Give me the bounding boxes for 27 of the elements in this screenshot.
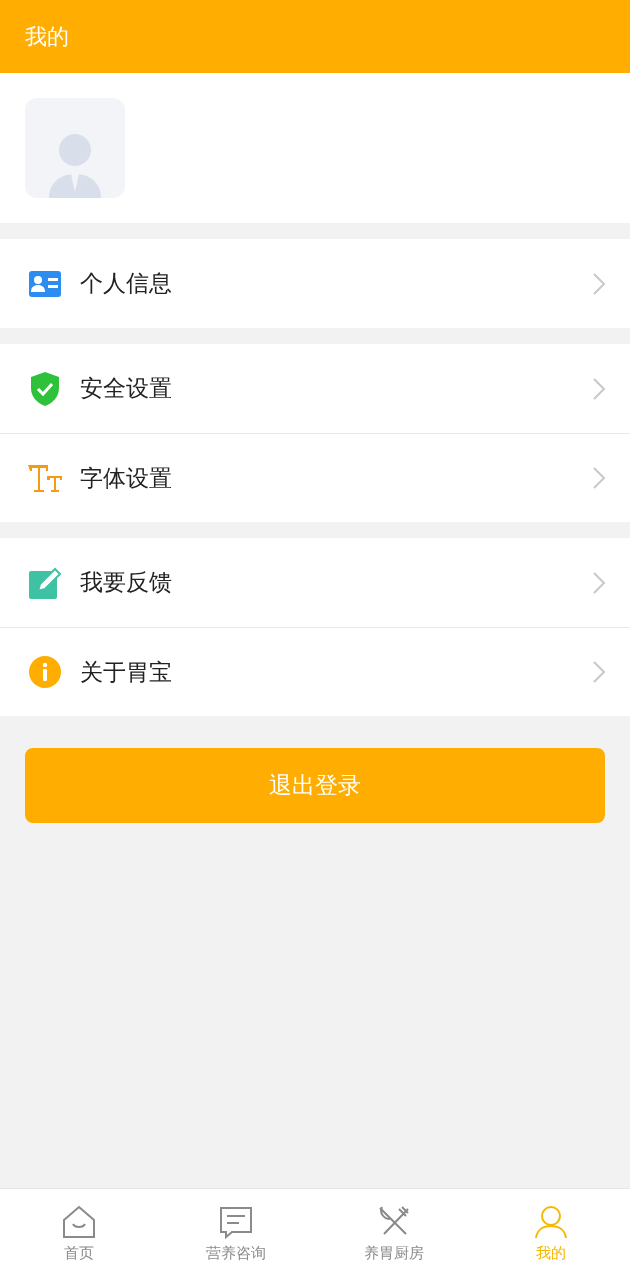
- menu-item[interactable]: 字体设置: [0, 433, 630, 522]
- page-title: 我的: [25, 23, 69, 51]
- menu-item[interactable]: 我要反馈: [0, 538, 630, 627]
- menu-label: 我要反馈: [80, 568, 173, 598]
- menu-label: 个人信息: [80, 269, 173, 299]
- menu-label: 安全设置: [80, 374, 173, 404]
- menu-label: 关于胃宝: [80, 657, 173, 687]
- font-icon: [26, 462, 64, 494]
- id-card-icon: [28, 269, 62, 298]
- info-icon: [28, 655, 62, 689]
- menu-item[interactable]: 安全设置: [0, 344, 630, 433]
- chevron-right-icon: [592, 466, 606, 490]
- menu-label: 字体设置: [80, 463, 173, 493]
- nav-tab[interactable]: 营养咨询: [157, 1189, 315, 1280]
- avatar[interactable]: [25, 98, 125, 198]
- chat-icon: [218, 1204, 255, 1241]
- chevron-right-icon: [592, 376, 606, 401]
- menu-item[interactable]: 个人信息: [0, 239, 630, 328]
- shield-check-icon: [29, 370, 61, 407]
- nav-tab[interactable]: 养胃厨房: [315, 1189, 473, 1280]
- chevron-right-icon: [592, 271, 606, 296]
- chevron-right-icon: [592, 660, 606, 684]
- nav-tab[interactable]: 首页: [0, 1189, 158, 1280]
- menu-item[interactable]: 关于胃宝: [0, 627, 630, 716]
- chevron-right-icon: [592, 570, 606, 595]
- home-icon: [60, 1204, 97, 1241]
- user-icon: [533, 1204, 570, 1241]
